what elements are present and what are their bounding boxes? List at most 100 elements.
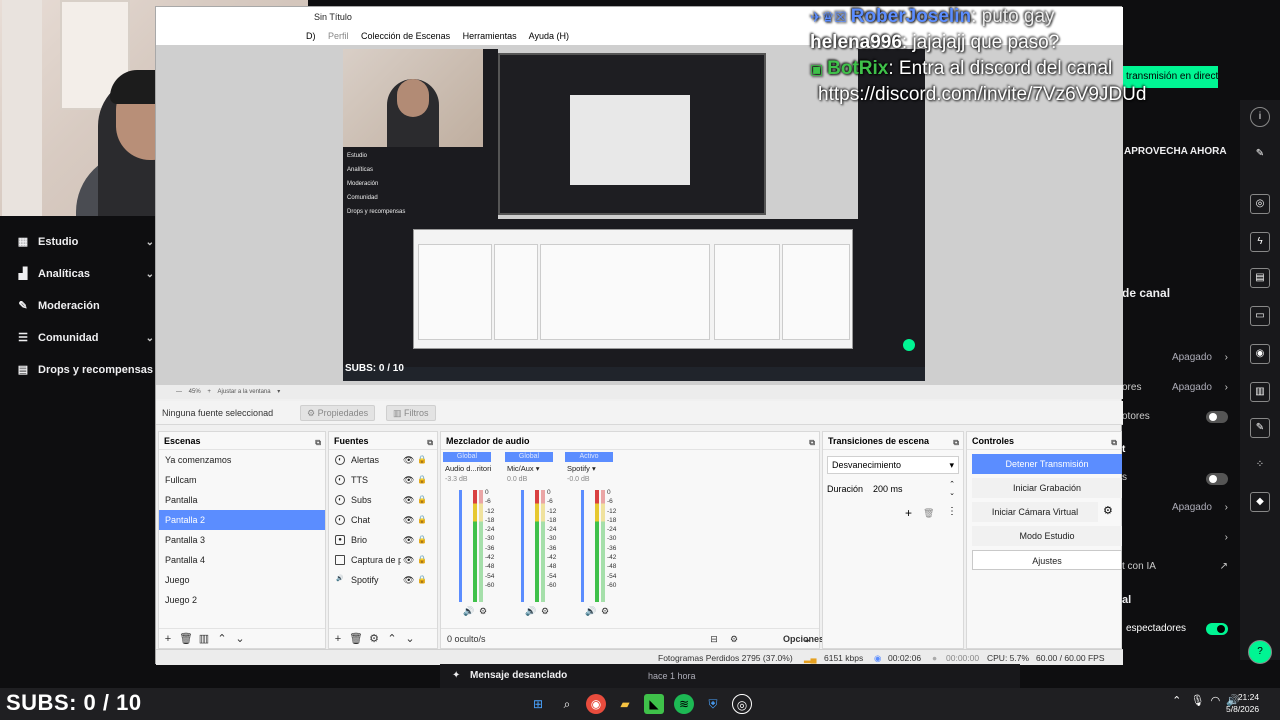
speaker-icon[interactable]: 🔊 <box>525 606 536 617</box>
eye-icon[interactable]: 👁 <box>401 450 415 470</box>
chrome-icon[interactable]: ◉ <box>586 694 606 714</box>
add-icon[interactable]: + <box>159 629 177 649</box>
obs-icon[interactable]: ◎ <box>732 694 752 714</box>
chevron-up-icon[interactable]: ⌃ <box>1172 695 1181 707</box>
chevron-down-icon[interactable]: ▾ <box>277 389 280 395</box>
scene-item[interactable]: Pantalla 4 <box>159 550 325 570</box>
lock-icon[interactable]: 🔒 <box>417 510 427 530</box>
stop-stream-button[interactable]: Detener Transmisión <box>972 454 1122 474</box>
trash-icon[interactable]: 🗑 <box>923 508 934 519</box>
toggle-switch[interactable] <box>1206 623 1228 635</box>
source-item[interactable]: ● Brio 👁 🔒 <box>329 530 437 550</box>
menu-item-profile[interactable]: Perfil <box>328 31 349 41</box>
source-item[interactable]: 🔊 Spotify 👁 🔒 <box>329 570 437 590</box>
nav-item-drops[interactable]: ▤ Drops y recompensas <box>0 354 160 386</box>
nav-item-moderation[interactable]: ✎ Moderación <box>0 290 160 322</box>
studio-mode-button[interactable]: Modo Estudio <box>972 526 1122 546</box>
channel-name[interactable]: Mic/Aux ▾ <box>505 462 553 476</box>
virtual-camera-button[interactable]: Iniciar Cámara Virtual <box>972 502 1098 522</box>
setting-row[interactable]: t con IA ↗ <box>1122 561 1240 572</box>
volume-fader[interactable] <box>459 490 462 602</box>
info-icon[interactable]: i <box>1250 107 1270 127</box>
gear-icon[interactable]: ⚙ <box>725 629 743 649</box>
menu-item[interactable]: D) <box>306 31 316 41</box>
source-item[interactable]: ◐ Subs 👁 🔒 <box>329 490 437 510</box>
setting-row[interactable]: otores <box>1122 411 1240 423</box>
popout-icon[interactable]: ⧉ <box>953 434 959 452</box>
scene-item[interactable]: Juego <box>159 570 325 590</box>
chevron-down-icon[interactable]: ⌄ <box>231 629 249 649</box>
source-item[interactable]: ◐ TTS 👁 🔒 <box>329 470 437 490</box>
popout-icon[interactable]: ⧉ <box>315 434 321 452</box>
eye-icon[interactable]: 👁 <box>401 530 415 550</box>
setting-row[interactable]: ores Apagado › <box>1122 382 1240 393</box>
app-icon[interactable]: ◣ <box>644 694 664 714</box>
dots-icon[interactable]: ⁘ <box>1250 456 1270 476</box>
settings-button[interactable]: Ajustes <box>972 550 1122 570</box>
volume-fader[interactable] <box>521 490 524 602</box>
broadcast-icon[interactable]: ◉ <box>1250 344 1270 364</box>
scene-item[interactable]: Ya comenzamos <box>159 450 325 470</box>
menu-item-tools[interactable]: Herramientas <box>463 31 517 41</box>
layout-icon[interactable]: ▥ <box>1250 382 1270 402</box>
eye-icon[interactable]: 👁 <box>401 490 415 510</box>
duration-input[interactable]: 200 ms ⌃ ⌄ <box>869 480 959 498</box>
wifi-icon[interactable]: ◠ <box>1211 695 1221 707</box>
chevron-up-icon[interactable]: ⌃ <box>383 629 401 649</box>
options-button[interactable]: Opciones ⌄ <box>783 629 824 649</box>
lock-icon[interactable]: 🔒 <box>417 570 427 590</box>
wrench-icon[interactable]: ✎ <box>1250 418 1270 438</box>
gem-icon[interactable]: ◆ <box>1250 492 1270 512</box>
scene-item[interactable]: Pantalla 3 <box>159 530 325 550</box>
lock-icon[interactable]: 🔒 <box>417 530 427 550</box>
more-icon[interactable]: ⋮ <box>947 506 957 517</box>
clipboard-icon[interactable]: ▤ <box>1250 268 1270 288</box>
chevron-up-icon[interactable]: ⌃ <box>213 629 231 649</box>
channel-name[interactable]: Audio d...ritorio ▾ <box>443 462 491 476</box>
scene-item[interactable]: Fullcam <box>159 470 325 490</box>
nav-item-community[interactable]: ☰ Comunidad ⌄ <box>0 322 160 354</box>
source-item[interactable]: Captura de p 👁 🔒 <box>329 550 437 570</box>
properties-button[interactable]: ⚙ Propiedades <box>300 405 376 421</box>
shield-icon[interactable]: ⛨ <box>703 694 723 714</box>
add-icon[interactable]: + <box>905 506 912 520</box>
trash-icon[interactable]: 🗑 <box>177 629 195 649</box>
volume-fader[interactable] <box>581 490 584 602</box>
spin-icon[interactable]: ⌃ ⌄ <box>949 480 955 498</box>
gear-icon[interactable]: ⚙ <box>365 629 383 649</box>
lightning-icon[interactable]: ϟ <box>1250 232 1270 252</box>
start-recording-button[interactable]: Iniciar Grabación <box>972 478 1122 498</box>
filter-icon[interactable]: ▥ <box>195 629 213 649</box>
scene-item-selected[interactable]: Pantalla 2 <box>159 510 325 530</box>
source-item[interactable]: ◐ Alertas 👁 🔒 <box>329 450 437 470</box>
transition-select[interactable]: Desvanecimiento ▾ <box>827 456 959 474</box>
clock[interactable]: 21:24 5/8/2026 <box>1226 691 1259 715</box>
eye-icon[interactable]: 👁 <box>401 570 415 590</box>
layout-icon[interactable]: ⊟ <box>705 629 723 649</box>
popout-icon[interactable]: ⧉ <box>809 434 815 452</box>
popout-icon[interactable]: ⧉ <box>1111 434 1117 452</box>
menu-item-scene-collection[interactable]: Colección de Escenas <box>361 31 450 41</box>
setting-row[interactable]: espectadores <box>1122 623 1240 635</box>
chat-icon[interactable]: ▭ <box>1250 306 1270 326</box>
chevron-down-icon[interactable]: ⌄ <box>401 629 419 649</box>
windows-start-icon[interactable]: ⊞ <box>528 694 548 714</box>
gear-icon[interactable]: ⚙ <box>541 606 549 617</box>
nav-item-analytics[interactable]: ▟ Analíticas ⌄ <box>0 258 160 290</box>
gear-icon[interactable]: ⚙ <box>1103 504 1113 517</box>
filters-button[interactable]: ▥ Filtros <box>386 405 436 421</box>
speaker-icon[interactable]: 🔊 <box>463 606 474 617</box>
toggle-switch[interactable] <box>1206 473 1228 485</box>
gear-icon[interactable]: ⚙ <box>479 606 487 617</box>
lock-icon[interactable]: 🔒 <box>417 550 427 570</box>
eye-icon[interactable]: 👁 <box>401 550 415 570</box>
folder-icon[interactable]: ▰ <box>615 694 635 714</box>
search-icon[interactable]: ⌕ <box>557 694 577 714</box>
scene-item[interactable]: Juego 2 <box>159 590 325 610</box>
add-icon[interactable]: + <box>329 629 347 649</box>
pinned-message-bar[interactable]: ✦ Mensaje desanclado hace 1 hora <box>440 664 1020 688</box>
scene-item[interactable]: Pantalla <box>159 490 325 510</box>
trash-icon[interactable]: 🗑 <box>347 629 365 649</box>
setting-row[interactable]: s <box>1122 472 1240 485</box>
source-item[interactable]: ◐ Chat 👁 🔒 <box>329 510 437 530</box>
